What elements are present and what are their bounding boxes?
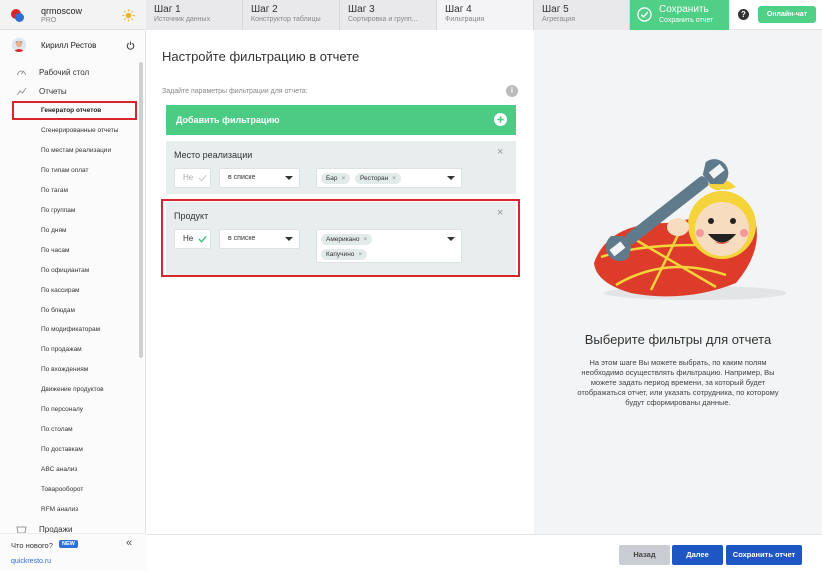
site-link[interactable]: quickresto.ru — [11, 558, 51, 565]
sidebar-subitem[interactable]: По столам — [12, 420, 137, 439]
sidebar-subitem[interactable]: По доставкам — [12, 440, 137, 459]
sidebar-subitem[interactable]: По типам оплат — [12, 161, 137, 180]
sidebar-subitem[interactable]: По группам — [12, 201, 137, 220]
whats-new-link[interactable]: Что нового? — [11, 541, 53, 550]
remove-tag-icon[interactable]: × — [342, 175, 346, 182]
brand-plan: PRO — [41, 17, 57, 24]
step-tab-3[interactable]: Шаг 3 Сортировка и групп... — [340, 0, 437, 30]
check-icon — [198, 174, 207, 182]
step-title: Шаг 2 — [251, 4, 278, 15]
step-subtitle: Фильтрация — [445, 16, 485, 23]
value-tag: Ресторан × — [355, 173, 402, 184]
dashboard-icon — [17, 70, 26, 76]
help-description: На этом шаге Вы можете выбрать, по каким… — [577, 358, 779, 407]
user-avatar-icon — [12, 38, 26, 52]
step-subtitle: Конструктор таблицы — [251, 16, 321, 23]
sidebar-subitem[interactable]: По продажам — [12, 340, 137, 359]
step-tab-4[interactable]: Шаг 4 Фильтрация — [437, 0, 534, 30]
sidebar-subitem[interactable]: Движение продуктов — [12, 380, 137, 399]
reports-chart-icon — [16, 87, 27, 96]
remove-tag-icon[interactable]: × — [392, 175, 396, 182]
wizard-steps-bar: Шаг 1 Источник данных Шаг 2 Конструктор таб… — [146, 0, 822, 30]
sidebar-subitem[interactable]: ABC анализ — [12, 460, 137, 479]
sidebar-subitem[interactable]: По персоналу — [12, 400, 137, 419]
add-filter-button[interactable]: Добавить фильтрацию — [166, 105, 516, 135]
values-multiselect[interactable]: Бар × Ресторан × — [316, 168, 462, 188]
remove-filter-icon[interactable]: × — [497, 146, 503, 158]
new-badge: NEW — [59, 540, 78, 548]
highlight-frame — [161, 199, 520, 277]
save-step-title: Сохранить — [659, 4, 709, 15]
baby-wrench-illustration — [594, 159, 786, 300]
nav-reports[interactable]: Отчеты — [39, 87, 67, 96]
avatar[interactable] — [12, 38, 26, 52]
step-title: Шаг 3 — [348, 4, 375, 15]
filter-title: Место реализации — [174, 150, 253, 160]
filter-panel: Настройте фильтрацию в отчете Задайте па… — [146, 30, 534, 534]
negation-label: Не — [183, 173, 194, 182]
step-subtitle: Сортировка и групп... — [348, 16, 418, 23]
step-tab-1[interactable]: Шаг 1 Источник данных — [146, 0, 243, 30]
brand-header[interactable]: qrmoscow PRO — [0, 0, 146, 30]
sidebar: qrmoscow PRO Кирилл Рестов Рабочий стол … — [0, 0, 146, 571]
sidebar-subitem[interactable]: По официантам — [12, 261, 137, 280]
filter-hint: Задайте параметры фильтрации для отчета: — [162, 88, 308, 95]
sidebar-subitem[interactable]: По часам — [12, 241, 137, 260]
step-tab-5[interactable]: Шаг 5 Агрегация — [534, 0, 630, 30]
save-report-button[interactable]: Сохранить отчет — [726, 545, 802, 565]
condition-select[interactable]: в списке — [219, 168, 300, 188]
sidebar-subitem[interactable]: По вхождениям — [12, 360, 137, 379]
sidebar-subitem[interactable]: По кассирам — [12, 281, 137, 300]
add-filter-label: Добавить фильтрацию — [176, 115, 280, 125]
sidebar-subitem[interactable]: По блюдам — [12, 301, 137, 320]
user-panel: Кирилл Рестов — [0, 30, 146, 60]
check-circle-icon — [637, 7, 652, 22]
power-icon[interactable] — [126, 41, 135, 50]
user-name: Кирилл Рестов — [41, 41, 97, 50]
save-step-button[interactable]: Сохранить Сохранить отчет — [630, 0, 729, 30]
chevron-down-icon — [447, 176, 455, 180]
plus-circle-icon — [494, 113, 507, 126]
value-tag: Бар × — [321, 173, 351, 184]
sun-icon[interactable] — [122, 9, 135, 22]
collapse-sidebar-icon[interactable]: « — [126, 537, 132, 549]
step-subtitle: Агрегация — [542, 16, 576, 23]
sidebar-subitem[interactable]: По модификаторам — [12, 320, 137, 339]
sidebar-subitem[interactable]: Товарооборот — [12, 480, 137, 499]
sidebar-subitem[interactable]: По местам реализации — [12, 141, 137, 160]
sidebar-subitem[interactable]: Сгенерированные отчеты — [12, 121, 137, 140]
help-title: Выберите фильтры для отчета — [584, 332, 772, 347]
save-step-subtitle: Сохранить отчет — [659, 17, 714, 24]
condition-value: в списке — [228, 174, 256, 181]
app-root: qrmoscow PRO Кирилл Рестов Рабочий стол … — [0, 0, 822, 571]
page-title: Настройте фильтрацию в отчете — [162, 49, 360, 64]
value-tag-label: Бар — [326, 175, 338, 182]
step-title: Шаг 4 — [445, 4, 472, 15]
online-chat-button[interactable]: Онлайн-чат — [758, 6, 816, 23]
nav-desktop[interactable]: Рабочий стол — [39, 68, 89, 77]
brand-name: qrmoscow — [41, 6, 83, 16]
sidebar-footer: Что нового? NEW « quickresto.ru — [0, 533, 146, 571]
info-icon[interactable]: i — [506, 85, 518, 97]
filter-card-location: Место реализации × Не в списке Бар × Рест… — [166, 141, 516, 194]
chevron-down-icon — [285, 176, 293, 180]
step-title: Шаг 5 — [542, 4, 569, 15]
step-tab-2[interactable]: Шаг 2 Конструктор таблицы — [243, 0, 340, 30]
sidebar-scrollbar[interactable] — [139, 62, 143, 358]
back-button[interactable]: Назад — [619, 545, 670, 565]
sidebar-subitem[interactable]: По тагам — [12, 181, 137, 200]
sidebar-subitem[interactable]: Генератор отчетов — [12, 101, 137, 120]
step-subtitle: Источник данных — [154, 16, 211, 23]
sidebar-subitem[interactable]: По дням — [12, 221, 137, 240]
sidebar-subitem[interactable]: RFM анализ — [12, 500, 137, 519]
negation-toggle[interactable]: Не — [174, 168, 211, 188]
help-panel: Выберите фильтры для отчета На этом шаге… — [534, 30, 822, 534]
quickresto-logo-icon — [11, 9, 24, 22]
help-icon[interactable]: ? — [738, 9, 749, 20]
wizard-footer: Назад Далее Сохранить отчет — [146, 534, 822, 571]
next-button[interactable]: Далее — [672, 545, 723, 565]
step-title: Шаг 1 — [154, 4, 181, 15]
value-tag-label: Ресторан — [360, 175, 389, 182]
